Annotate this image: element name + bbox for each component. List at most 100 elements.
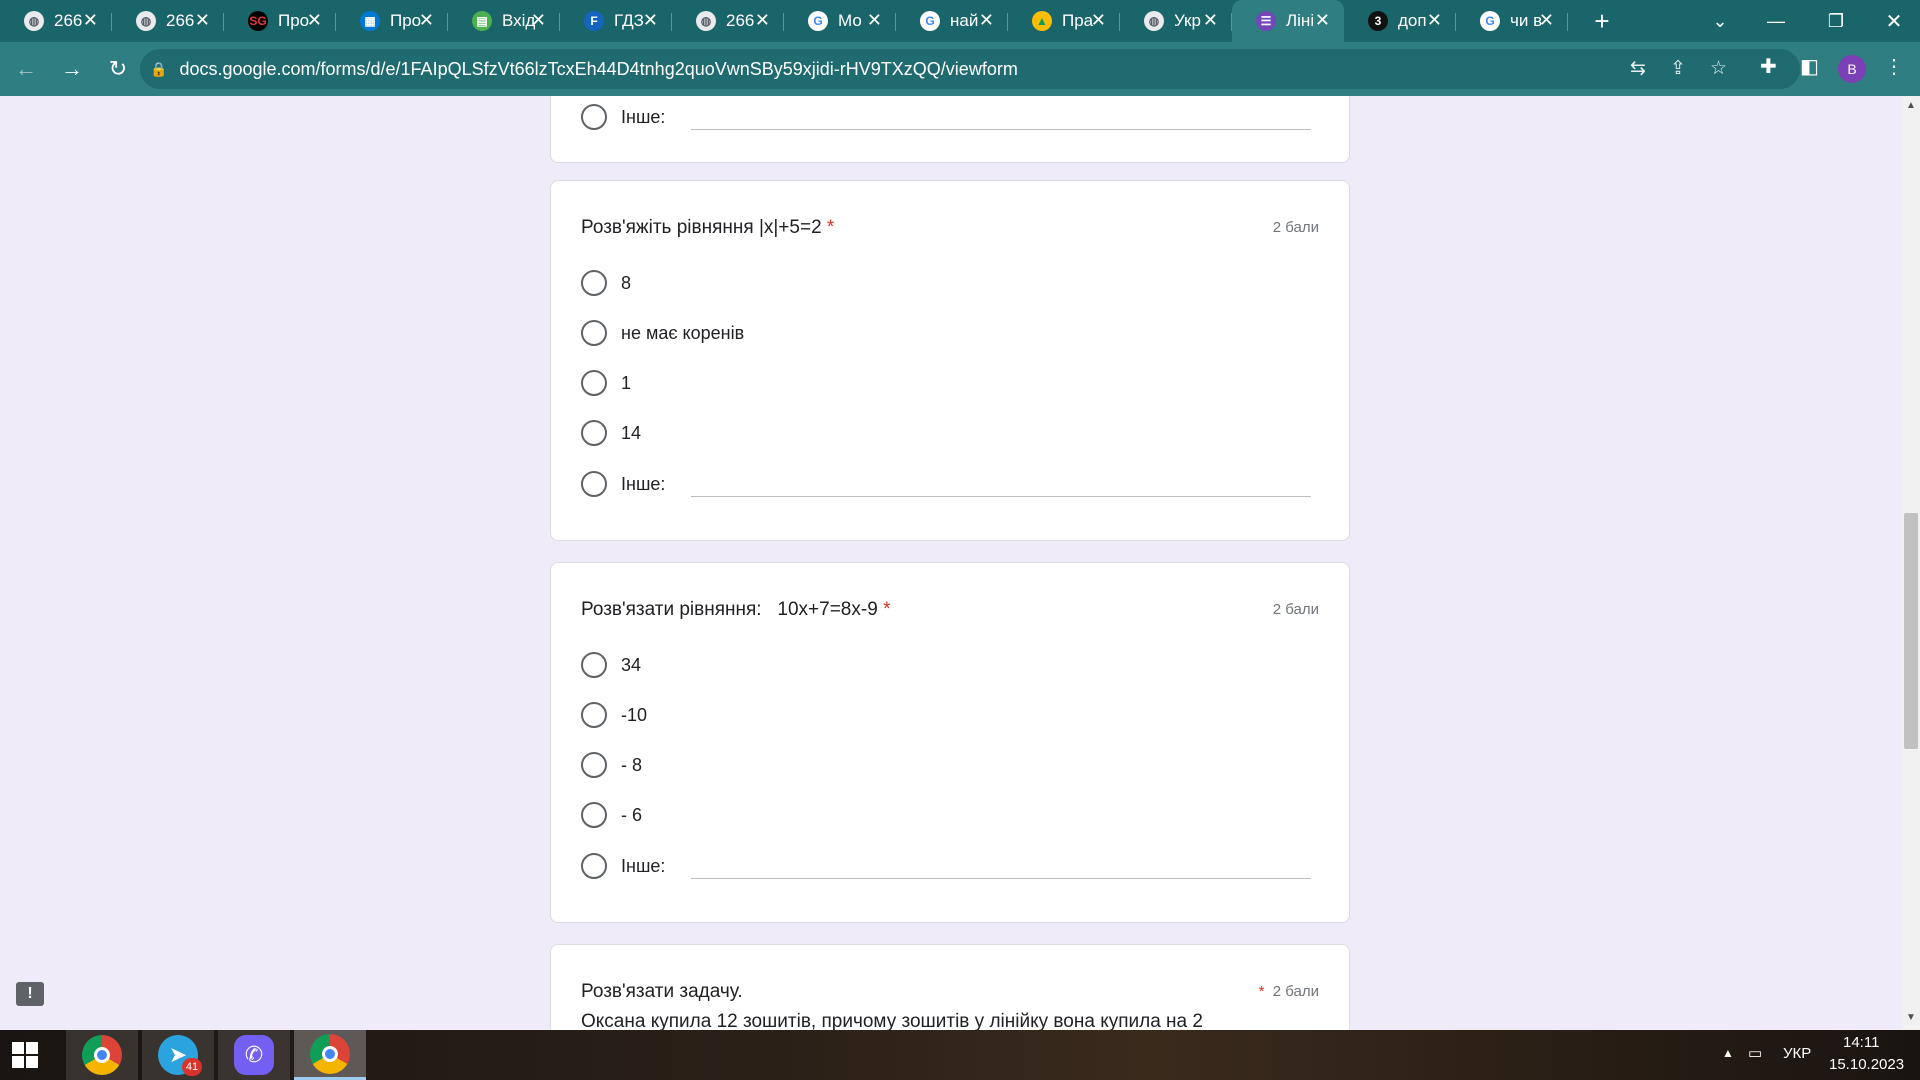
minimize-button[interactable]: — (1746, 0, 1806, 42)
option-other[interactable]: Інше: (581, 103, 665, 131)
radio-button[interactable] (581, 320, 607, 346)
close-tab-icon[interactable]: ✕ (83, 10, 98, 31)
restore-button[interactable]: ❐ (1806, 0, 1866, 42)
browser-tab[interactable]: SG Про ✕ (224, 0, 336, 42)
browser-tab[interactable]: ◍ Укр ✕ (1120, 0, 1232, 42)
option-3[interactable]: - 8 (581, 751, 642, 779)
option-label: 8 (621, 272, 632, 293)
other-text-input[interactable] (691, 129, 1311, 130)
radio-button[interactable] (581, 370, 607, 396)
close-tab-icon[interactable]: ✕ (979, 10, 994, 31)
close-window-button[interactable]: ✕ (1864, 0, 1920, 42)
chrome-icon (82, 1035, 122, 1075)
language-indicator[interactable]: УКР (1783, 1045, 1811, 1062)
option-2[interactable]: не має коренів (581, 319, 744, 347)
reload-button[interactable]: ↻ (98, 49, 138, 89)
bookmark-star-icon[interactable]: ☆ (1710, 57, 1727, 80)
option-1[interactable]: 8 (581, 269, 631, 297)
browser-tab[interactable]: ◍ 266 ✕ (0, 0, 112, 42)
scrollbar-thumb[interactable] (1904, 513, 1918, 749)
option-other[interactable]: Інше: (581, 470, 665, 498)
option-other[interactable]: Інше: (581, 852, 665, 880)
radio-button[interactable] (581, 104, 607, 130)
browser-tab[interactable]: F ГДЗ ✕ (560, 0, 672, 42)
clock-time[interactable]: 14:11 (1843, 1034, 1879, 1051)
option-3[interactable]: 1 (581, 369, 631, 397)
tray-expand-icon[interactable]: ▲ (1722, 1046, 1734, 1060)
report-problem-icon[interactable]: ! (16, 982, 44, 1006)
translate-icon[interactable]: ⇆ (1630, 57, 1646, 80)
share-icon[interactable]: ⇪ (1670, 57, 1686, 80)
close-tab-icon[interactable]: ✕ (643, 10, 658, 31)
question-card-previous: Інше: (550, 96, 1350, 163)
option-label: -10 (621, 704, 648, 725)
browser-tab[interactable]: ▤ Вхід ✕ (448, 0, 560, 42)
option-label: 34 (621, 654, 642, 675)
question-card-3: Розв'язати задачу. * 2 бали Оксана купил… (550, 944, 1350, 1030)
z-icon: 3 (1368, 11, 1388, 31)
close-tab-icon[interactable]: ✕ (1315, 10, 1330, 31)
browser-tab[interactable]: G Мо ✕ (784, 0, 896, 42)
radio-button[interactable] (581, 702, 607, 728)
close-tab-icon[interactable]: ✕ (1091, 10, 1106, 31)
profile-avatar[interactable]: B (1838, 55, 1866, 83)
globe-icon: ◍ (136, 11, 156, 31)
close-tab-icon[interactable]: ✕ (1203, 10, 1218, 31)
close-tab-icon[interactable]: ✕ (195, 10, 210, 31)
back-button[interactable]: ← (6, 49, 46, 89)
radio-button[interactable] (581, 270, 607, 296)
forward-button[interactable]: → (52, 49, 92, 89)
browser-tab[interactable]: 3 доп ✕ (1344, 0, 1456, 42)
chrome-taskbar-button[interactable] (66, 1030, 138, 1080)
browser-tab[interactable]: ▲ Пра ✕ (1008, 0, 1120, 42)
close-tab-icon[interactable]: ✕ (1539, 10, 1554, 31)
address-bar[interactable]: 🔒 docs.google.com/forms/d/e/1FAIpQLSfzVt… (140, 49, 1800, 89)
menu-icon[interactable]: ⋮ (1884, 54, 1904, 79)
option-4[interactable]: 14 (581, 419, 641, 447)
radio-button[interactable] (581, 853, 607, 879)
scroll-down-arrow-icon[interactable]: ▼ (1902, 1012, 1920, 1028)
option-label: Інше: (621, 473, 666, 494)
windows-taskbar: ➤ 41 ✆ ▲ ▭ УКР 14:11 15.10.2023 (0, 1030, 1920, 1080)
question-body: Оксана купила 12 зошитів, причому зошиті… (581, 1011, 1203, 1030)
extensions-icon[interactable]: ✚ (1760, 54, 1777, 79)
browser-tab[interactable]: Gнай ✕ (896, 0, 1008, 42)
question-points: * 2 бали (1258, 983, 1319, 1000)
radio-button[interactable] (581, 752, 607, 778)
browser-tab[interactable]: ◍ 266 ✕ (672, 0, 784, 42)
other-text-input[interactable] (691, 496, 1311, 497)
option-2[interactable]: -10 (581, 701, 647, 729)
browser-tab[interactable]: ☰ Ліні ✕ (1232, 0, 1344, 42)
question-points: 2 бали (1272, 601, 1319, 618)
radio-button[interactable] (581, 652, 607, 678)
viber-taskbar-button[interactable]: ✆ (218, 1030, 290, 1080)
browser-tab[interactable]: ◍ 266 ✕ (112, 0, 224, 42)
close-tab-icon[interactable]: ✕ (307, 10, 322, 31)
clock-date[interactable]: 15.10.2023 (1829, 1056, 1904, 1073)
new-tab-button[interactable]: + (1582, 0, 1622, 42)
other-text-input[interactable] (691, 878, 1311, 879)
google-icon: G (1480, 11, 1500, 31)
close-tab-icon[interactable]: ✕ (867, 10, 882, 31)
browser-tab[interactable]: Gчи в ✕ (1456, 0, 1568, 42)
close-tab-icon[interactable]: ✕ (755, 10, 770, 31)
google-icon: G (920, 11, 940, 31)
chrome-profile-taskbar-button[interactable] (294, 1030, 366, 1080)
close-tab-icon[interactable]: ✕ (419, 10, 434, 31)
close-tab-icon[interactable]: ✕ (1427, 10, 1442, 31)
radio-button[interactable] (581, 420, 607, 446)
scroll-up-arrow-icon[interactable]: ▲ (1902, 100, 1920, 116)
option-4[interactable]: - 6 (581, 801, 642, 829)
windows-store-icon: ▦ (360, 11, 380, 31)
radio-button[interactable] (581, 471, 607, 497)
browser-tab[interactable]: ▦ Про ✕ (336, 0, 448, 42)
option-1[interactable]: 34 (581, 651, 641, 679)
battery-icon[interactable]: ▭ (1748, 1044, 1762, 1062)
option-label: - 8 (621, 754, 643, 775)
radio-button[interactable] (581, 802, 607, 828)
close-tab-icon[interactable]: ✕ (531, 10, 546, 31)
side-panel-icon[interactable]: ◧ (1800, 54, 1819, 79)
telegram-taskbar-button[interactable]: ➤ 41 (142, 1030, 214, 1080)
tab-search-icon[interactable]: ⌄ (1690, 0, 1750, 42)
windows-start-icon[interactable] (12, 1042, 38, 1068)
